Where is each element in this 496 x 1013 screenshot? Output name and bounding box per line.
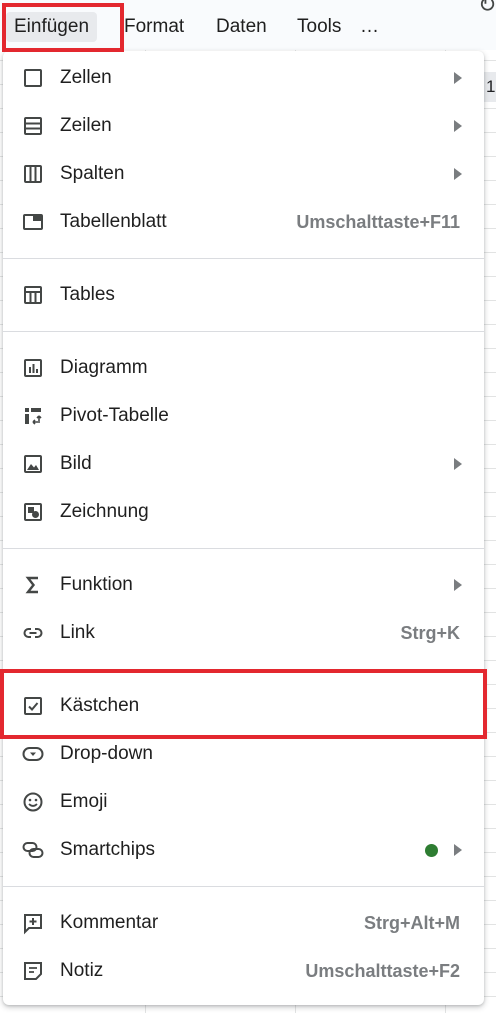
menu-item-label: Drop-down	[60, 743, 153, 764]
menu-item-emoji[interactable]: Emoji	[3, 778, 484, 826]
cell-square-icon	[21, 66, 45, 90]
menu-item-label: Bild	[60, 453, 92, 474]
menu-item-funktion[interactable]: Funktion	[3, 561, 484, 609]
menu-item-zellen[interactable]: Zellen	[3, 54, 484, 102]
menu-item-label: Smartchips	[60, 839, 156, 860]
menu-item-notiz[interactable]: Notiz Umschalttaste+F2	[3, 947, 484, 995]
image-icon	[21, 452, 45, 476]
menu-item-zeichnung[interactable]: Zeichnung	[3, 488, 484, 536]
submenu-arrow-icon	[454, 579, 462, 591]
menu-item-tables[interactable]: Tables	[3, 271, 484, 319]
menu-item-drop-down[interactable]: Drop-down	[3, 730, 484, 778]
menu-item-pivot-tabelle[interactable]: Pivot-Tabelle	[3, 392, 484, 440]
menu-tools[interactable]: Tools	[297, 12, 341, 42]
refresh-icon[interactable]: ↻	[478, 0, 496, 18]
menu-item-label: Notiz	[60, 960, 104, 981]
menu-item-tabellenblatt[interactable]: Tabellenblatt Umschalttaste+F11	[3, 198, 484, 246]
column-header-peek: 10	[482, 72, 496, 102]
menu-item-label: Pivot-Tabelle	[60, 405, 169, 426]
add-comment-icon	[21, 911, 45, 935]
drawing-icon	[21, 500, 45, 524]
menu-item-label: Funktion	[60, 574, 133, 595]
menu-item-zeilen[interactable]: Zeilen	[3, 102, 484, 150]
checkbox-icon	[21, 694, 45, 718]
sigma-icon	[21, 573, 45, 597]
pivot-table-icon	[21, 404, 45, 428]
menu-einfuegen[interactable]: Einfügen	[6, 12, 98, 42]
chart-icon	[21, 356, 45, 380]
shortcut-label: Strg+Alt+M	[363, 913, 460, 933]
submenu-arrow-icon	[454, 120, 462, 132]
dropdown-chip-icon	[21, 742, 45, 766]
menu-item-label: Zellen	[60, 67, 112, 88]
menu-item-label: Diagramm	[60, 357, 148, 378]
menu-item-label: Link	[60, 622, 95, 643]
menu-divider	[3, 331, 484, 332]
menubar: ↻ Einfügen Format Daten Tools …	[0, 0, 496, 50]
table-icon	[21, 283, 45, 307]
menu-item-link[interactable]: Link Strg+K	[3, 609, 484, 657]
menu-item-label: Kommentar	[60, 912, 159, 933]
menu-item-kommentar[interactable]: Kommentar Strg+Alt+M	[3, 899, 484, 947]
submenu-arrow-icon	[454, 844, 462, 856]
menu-item-smartchips[interactable]: Smartchips	[3, 826, 484, 874]
menu-divider	[3, 669, 484, 670]
smiley-icon	[21, 790, 45, 814]
menu-daten[interactable]: Daten	[216, 12, 267, 42]
menu-item-label: Emoji	[60, 791, 108, 812]
new-feature-badge	[425, 844, 438, 857]
smart-chip-icon	[21, 838, 45, 862]
submenu-arrow-icon	[454, 458, 462, 470]
menu-item-kaestchen[interactable]: Kästchen	[3, 682, 484, 730]
menu-item-spalten[interactable]: Spalten	[3, 150, 484, 198]
menu-item-label: Tabellenblatt	[60, 211, 167, 232]
menu-item-bild[interactable]: Bild	[3, 440, 484, 488]
columns-icon	[21, 162, 45, 186]
note-icon	[21, 959, 45, 983]
link-icon	[21, 621, 45, 645]
shortcut-label: Strg+K	[400, 623, 460, 643]
shortcut-label: Umschalttaste+F2	[305, 961, 460, 981]
menu-item-diagramm[interactable]: Diagramm	[3, 344, 484, 392]
shortcut-label: Umschalttaste+F11	[296, 212, 460, 232]
menu-format[interactable]: Format	[124, 12, 184, 42]
menu-divider	[3, 886, 484, 887]
rows-icon	[21, 114, 45, 138]
menu-divider	[3, 258, 484, 259]
submenu-arrow-icon	[454, 168, 462, 180]
sheet-icon	[21, 210, 45, 234]
menu-item-label: Tables	[60, 284, 115, 305]
menu-more[interactable]: …	[360, 12, 379, 42]
menu-item-label: Kästchen	[60, 695, 140, 716]
menu-divider	[3, 548, 484, 549]
submenu-arrow-icon	[454, 72, 462, 84]
menu-item-label: Zeilen	[60, 115, 112, 136]
menu-item-label: Spalten	[60, 163, 125, 184]
menu-item-label: Zeichnung	[60, 501, 149, 522]
insert-menu: Zellen Zeilen Spalten Tabellenblatt Umsc…	[3, 51, 484, 1005]
